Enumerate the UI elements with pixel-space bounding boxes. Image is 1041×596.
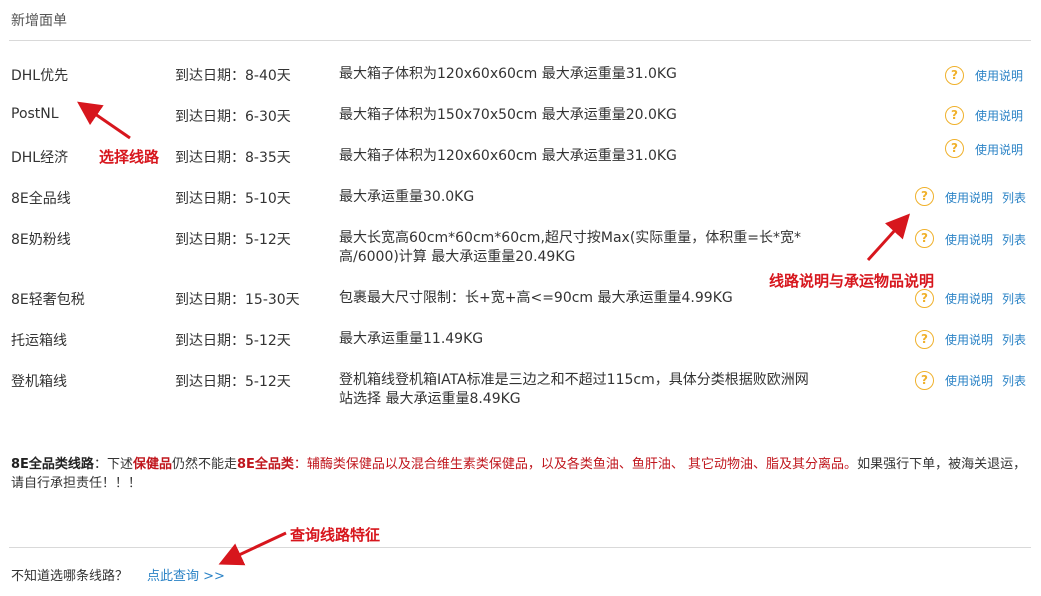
annotation-arrows <box>77 101 911 566</box>
arrow-select-route <box>77 101 131 140</box>
arrow-route-description <box>866 213 911 262</box>
arrow-query-feature <box>218 531 287 566</box>
